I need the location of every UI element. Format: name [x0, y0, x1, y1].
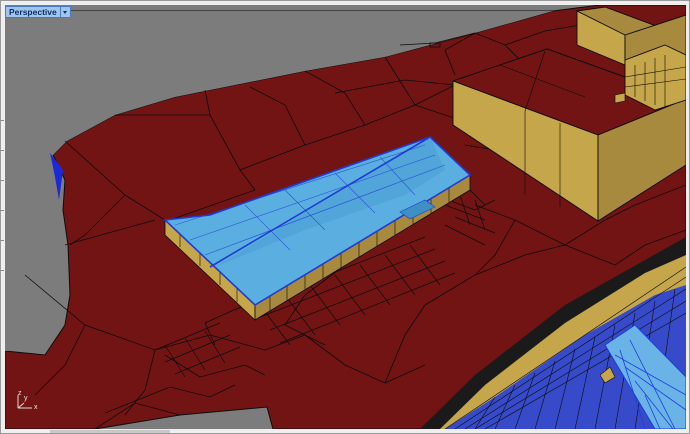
axis-z-label: z — [18, 390, 22, 397]
chevron-down-icon[interactable] — [60, 6, 71, 18]
terrain-left-notch — [5, 287, 47, 351]
axis-x-label: x — [34, 404, 38, 411]
viewport-name[interactable]: Perspective — [5, 6, 61, 18]
horizontal-scrollbar[interactable] — [50, 430, 170, 433]
viewport-tab[interactable]: Perspective — [5, 6, 71, 18]
axis-y-label: y — [24, 395, 28, 402]
perspective-viewport[interactable] — [5, 5, 686, 429]
app-window: Perspective z y x — [0, 0, 690, 434]
scene-canvas[interactable] — [5, 5, 686, 429]
